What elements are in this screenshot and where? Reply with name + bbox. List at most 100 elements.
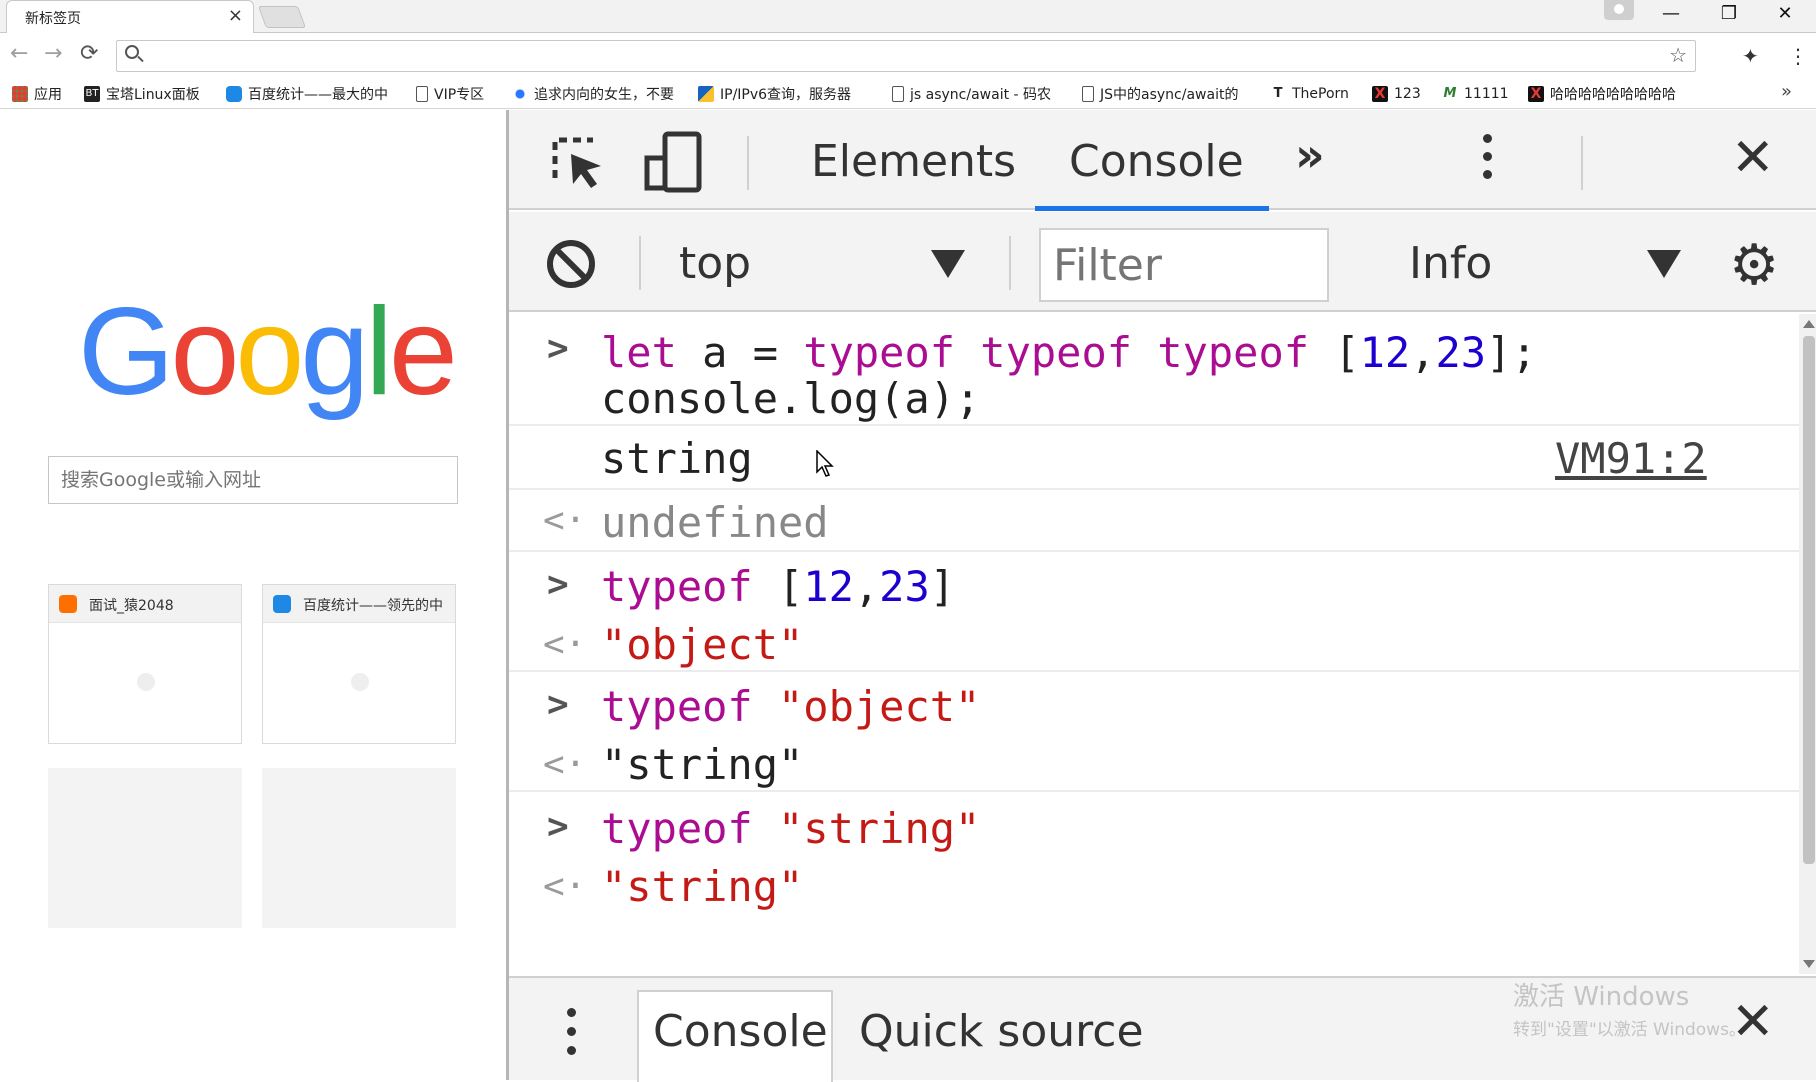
drawer-tab-quick-source[interactable]: Quick source — [859, 1006, 1144, 1057]
tab-elements[interactable]: Elements — [811, 136, 1016, 187]
ip-icon — [698, 86, 714, 102]
context-selector[interactable]: top — [679, 238, 751, 289]
bookmark-label: 123 — [1394, 86, 1421, 102]
source-link[interactable]: VM91:2 — [1555, 434, 1707, 483]
drawer-menu-icon[interactable] — [567, 1008, 577, 1065]
console-input-message: > let a = typeof typeof typeof [12,23]; … — [509, 314, 1799, 426]
chrome-menu-icon[interactable]: ⋮ — [1788, 44, 1808, 68]
toolbar-divider — [1581, 136, 1583, 190]
devtools-toolbar: Elements Console » ✕ — [509, 110, 1816, 211]
console-code-line: typeof "string" — [601, 804, 981, 853]
bookmark-baidu-tongji[interactable]: 百度统计——最大的中 — [226, 84, 388, 104]
log-level-selector[interactable]: Info — [1409, 238, 1492, 289]
result-text: "string" — [601, 862, 804, 911]
console-input-message: > typeof "object" <· "string" — [509, 672, 1799, 792]
tab-console[interactable]: Console — [1069, 136, 1244, 187]
console-code-line: typeof [12,23] — [601, 562, 956, 611]
ntp-search-input[interactable] — [49, 457, 457, 503]
bookmark-label: js async/await - 码农 — [910, 87, 1052, 103]
window-close-button[interactable]: ✕ — [1760, 0, 1810, 28]
bookmark-label: 百度统计——最大的中 — [248, 87, 388, 103]
bt-icon: BT — [84, 86, 100, 102]
ntp-search-box[interactable] — [48, 456, 458, 504]
m-icon: M — [1443, 86, 1457, 101]
back-icon[interactable]: ← — [10, 41, 28, 66]
bookmark-11111[interactable]: M 11111 — [1442, 84, 1509, 104]
mouse-cursor-icon — [816, 450, 834, 477]
profile-icon[interactable] — [1604, 0, 1634, 20]
active-tab-indicator — [1035, 206, 1269, 211]
filter-box[interactable] — [1039, 228, 1329, 302]
input-prompt-icon: > — [547, 684, 569, 725]
device-toolbar-icon[interactable] — [643, 130, 703, 194]
page-icon — [416, 86, 428, 102]
devtools-menu-icon[interactable] — [1483, 134, 1493, 188]
console-input-message: > typeof [12,23] <· "object" — [509, 552, 1799, 672]
bookmark-theporn[interactable]: T ThePorn — [1270, 84, 1349, 104]
most-visited-tile[interactable]: 面试_猿2048 — [48, 584, 242, 744]
bookmark-label: 哈哈哈哈哈哈哈哈哈 — [1550, 87, 1676, 103]
toolbar-divider — [747, 136, 749, 190]
result-arrow-icon: <· — [543, 744, 587, 785]
devtools-close-icon[interactable]: ✕ — [1731, 128, 1775, 188]
input-prompt-icon: > — [547, 806, 569, 847]
console-toolbar: top Info ⚙ — [509, 212, 1816, 312]
tab-close-icon[interactable]: × — [228, 5, 243, 26]
page-icon — [892, 86, 904, 102]
reload-icon[interactable]: ⟳ — [80, 41, 98, 66]
drawer-close-icon[interactable]: ✕ — [1731, 992, 1775, 1052]
address-bar[interactable]: ☆ — [116, 40, 1696, 72]
inspect-element-icon[interactable] — [549, 134, 607, 192]
browser-tab[interactable]: 新标签页 × — [6, 0, 254, 33]
bookmark-123[interactable]: X 123 — [1372, 84, 1421, 104]
console-settings-icon[interactable]: ⚙ — [1729, 238, 1779, 294]
restore-button[interactable]: ❐ — [1704, 0, 1754, 28]
console-scrollbar[interactable] — [1799, 314, 1816, 974]
result-text: "string" — [601, 740, 804, 789]
context-dropdown-icon[interactable] — [931, 250, 965, 278]
bookmark-label: 应用 — [34, 87, 62, 103]
bookmarks-more-icon[interactable]: » — [1781, 81, 1792, 102]
bookmark-label: ThePorn — [1292, 86, 1349, 102]
filter-input[interactable] — [1041, 230, 1327, 300]
forward-icon[interactable]: → — [44, 41, 62, 66]
bookmark-js-async-await[interactable]: JS中的async/await的 — [1082, 84, 1238, 104]
x-red-icon: X — [1528, 86, 1544, 102]
input-prompt-icon: > — [547, 328, 569, 369]
bookmark-baidu-zhidao[interactable]: 追求内向的女生，不要 — [512, 84, 674, 104]
x-red-icon: X — [1372, 86, 1388, 102]
bookmark-hahaha[interactable]: X 哈哈哈哈哈哈哈哈哈 — [1528, 84, 1676, 104]
result-text: "object" — [601, 620, 804, 669]
devtools-drawer: Console Quick source 激活 Windows 转到"设置"以激… — [509, 976, 1816, 1082]
result-text: undefined — [601, 498, 829, 547]
minimize-button[interactable]: — — [1646, 0, 1696, 28]
baidu-paw-icon — [512, 86, 528, 102]
extension-icon[interactable]: ✦ — [1742, 44, 1759, 68]
console-code-line: typeof "object" — [601, 682, 981, 731]
drawer-tab-console-label[interactable]: Console — [653, 1006, 828, 1057]
clear-console-icon[interactable] — [547, 240, 595, 288]
log-level-dropdown-icon[interactable] — [1647, 250, 1681, 278]
empty-tile — [48, 768, 242, 928]
bookmark-apps[interactable]: 应用 — [12, 84, 62, 104]
t-icon: T — [1273, 86, 1283, 101]
scroll-thumb[interactable] — [1803, 336, 1815, 864]
scroll-up-icon[interactable] — [1803, 320, 1815, 328]
new-tab-button[interactable] — [257, 6, 307, 28]
most-visited-tile[interactable]: 百度统计——领先的中 — [262, 584, 456, 744]
more-tabs-icon[interactable]: » — [1295, 128, 1325, 182]
scroll-down-icon[interactable] — [1803, 960, 1815, 968]
bookmark-label: 宝塔Linux面板 — [106, 87, 200, 103]
tile-header: 面试_猿2048 — [49, 585, 241, 623]
result-arrow-icon: <· — [543, 866, 587, 907]
bookmark-js-async[interactable]: js async/await - 码农 — [892, 84, 1051, 104]
bookmark-vip[interactable]: VIP专区 — [416, 84, 484, 104]
bookmarks-bar: 应用 BT 宝塔Linux面板 百度统计——最大的中 VIP专区 追求内向的女生… — [0, 79, 1816, 109]
bookmark-star-icon[interactable]: ☆ — [1669, 43, 1687, 67]
bookmark-bt[interactable]: BT 宝塔Linux面板 — [84, 84, 200, 104]
log-output-text: string — [601, 434, 753, 483]
toolbar-divider — [1009, 236, 1011, 290]
console-messages[interactable]: > let a = typeof typeof typeof [12,23]; … — [509, 314, 1799, 974]
bookmark-ip-query[interactable]: IP/IPv6查询，服务器 — [698, 84, 851, 104]
bookmark-label: JS中的async/await的 — [1100, 87, 1239, 103]
